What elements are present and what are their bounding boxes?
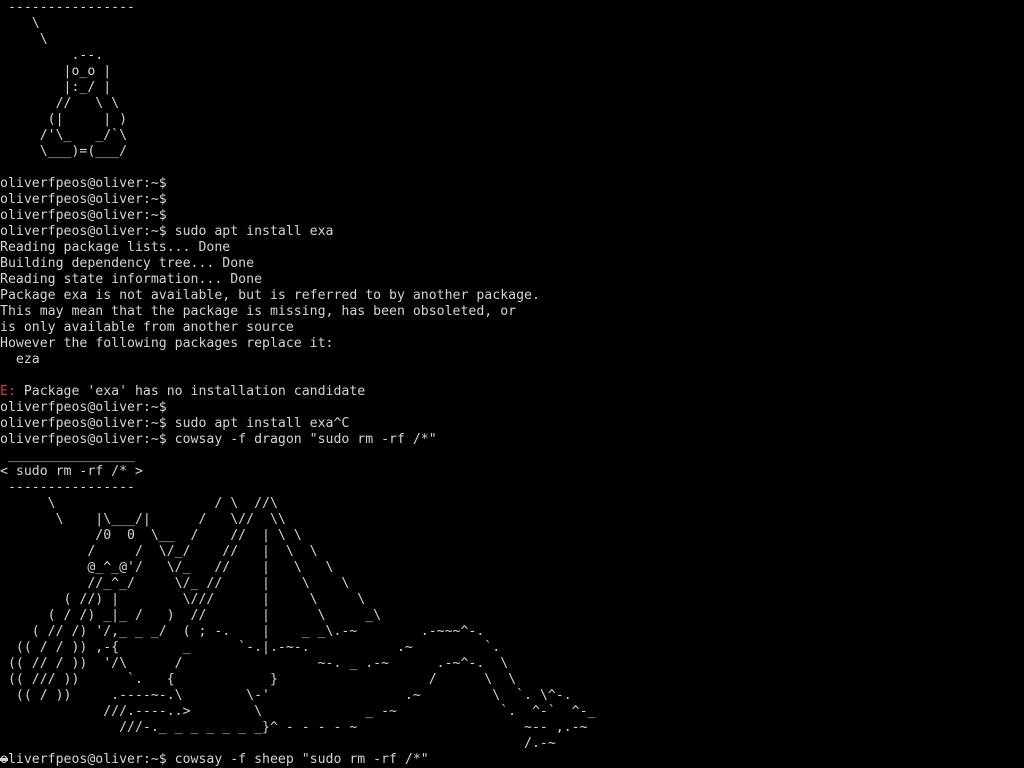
terminal-line-text: //_^_/ \/_ // | \ \ — [0, 576, 350, 591]
terminal-line-text: (| | ) — [0, 112, 128, 127]
terminal-line: Package exa is not available, but is ref… — [0, 288, 595, 304]
terminal-line: .--. — [0, 48, 595, 64]
terminal-line: ________________ — [0, 448, 595, 464]
terminal-line: ---------------- — [0, 480, 595, 496]
terminal-line-text: (( / / )) ,-{ _ `-.|.-~-. .~ `. — [0, 640, 501, 655]
terminal-line-text: Package exa is not available, but is ref… — [0, 288, 540, 303]
terminal-line-text: ///-._ _ _ _ _ _ _}^ - - - - ~ ~-- ,.-~ — [0, 720, 588, 735]
terminal-line-text: / / \/_/ // | \ \ — [0, 544, 318, 559]
terminal-line-text: ---------------- — [0, 480, 135, 495]
terminal-line-text: ( // /) '/,_ _ _/ ( ; -. | _ _\.-~ .-~~~… — [0, 624, 485, 639]
terminal-line-text: ________________ — [0, 448, 135, 463]
terminal-line: E: Package 'exa' has no installation can… — [0, 384, 595, 400]
terminal-line: ///-._ _ _ _ _ _ _}^ - - - - ~ ~-- ,.-~ — [0, 720, 595, 736]
terminal-line-text: oliverfpeos@oliver:~$ cowsay -f dragon "… — [0, 432, 437, 447]
terminal-line-text: Package 'exa' has no installation candid… — [15, 384, 366, 399]
terminal-line-text: \ — [0, 32, 48, 47]
terminal-line-text: However the following packages replace i… — [0, 336, 334, 351]
terminal-line: \___)=(___/ — [0, 144, 595, 160]
terminal-line-text: oliverfpeos@oliver:~$ sudo apt install e… — [0, 416, 350, 431]
terminal-line: |:_/ | — [0, 80, 595, 96]
terminal-line-text: ( / /) _|_ / ) // | \ _\ — [0, 608, 382, 623]
terminal-line: oliverfpeos@oliver:~$ cowsay -f dragon "… — [0, 432, 595, 448]
terminal-line-text: \___)=(___/ — [0, 144, 128, 159]
terminal-line: \ / \ //\ — [0, 496, 595, 512]
terminal-line: oliverfpeos@oliver:~$ — [0, 400, 595, 416]
terminal-line-text: is only available from another source — [0, 320, 294, 335]
terminal-line-text: Reading state information... Done — [0, 272, 263, 287]
terminal-line-text: oliverfpeos@oliver:~$ — [0, 192, 167, 207]
terminal-line-text: ( //) | \/// | \ \ — [0, 592, 366, 607]
terminal-line: /'\_ _/`\ — [0, 128, 595, 144]
terminal-line-text: \ — [0, 16, 40, 31]
terminal-line: oliverfpeos@oliver:~$ — [0, 176, 595, 192]
terminal-line-text: /.-~ — [0, 736, 556, 751]
terminal-line-text: /0 0 \__ / // | \ \ — [0, 528, 302, 543]
terminal-line: ( / /) _|_ / ) // | \ _\ — [0, 608, 595, 624]
terminal-line: (( / )) .----~-.\ \-' .~ \ `. \^-. — [0, 688, 595, 704]
terminal-line: eza — [0, 352, 595, 368]
terminal-line: (( /// )) `. { } / \ \ — [0, 672, 595, 688]
terminal-line-text: Building dependency tree... Done — [0, 256, 255, 271]
terminal-line: This may mean that the package is missin… — [0, 304, 595, 320]
terminal-line-text: // \ \ — [0, 96, 120, 111]
terminal-line-text: < sudo rm -rf /* > — [0, 464, 143, 479]
terminal-line: ( //) | \/// | \ \ — [0, 592, 595, 608]
terminal-line-text: Reading package lists... Done — [0, 240, 231, 255]
terminal-output: ---------------- \ \ .--. |o_o | |:_/ | … — [0, 0, 595, 768]
terminal-line-text: oliverfpeos@oliver:~$ cowsay -f sheep "s… — [0, 752, 429, 767]
terminal-line: oliverfpeos@oliver:~$ — [0, 208, 595, 224]
terminal-line: Reading state information... Done — [0, 272, 595, 288]
terminal-line: / / \/_/ // | \ \ — [0, 544, 595, 560]
terminal-line: ( // /) '/,_ _ _/ ( ; -. | _ _\.-~ .-~~~… — [0, 624, 595, 640]
terminal-line: < sudo rm -rf /* > — [0, 464, 595, 480]
terminal-line-text: |o_o | — [0, 64, 112, 79]
terminal-line-text: \ |\___/| / \// \\ — [0, 512, 286, 527]
terminal-line-text: ///.----..> \ _ -~ `. ^-` ^-_ — [0, 704, 596, 719]
terminal-line-text: \ / \ //\ — [0, 496, 278, 511]
terminal-line: oliverfpeos@oliver:~$ cowsay -f sheep "s… — [0, 752, 595, 768]
terminal-line: ///.----..> \ _ -~ `. ^-` ^-_ — [0, 704, 595, 720]
terminal-line: //_^_/ \/_ // | \ \ — [0, 576, 595, 592]
terminal-line: oliverfpeos@oliver:~$ sudo apt install e… — [0, 416, 595, 432]
terminal-line: \ — [0, 32, 595, 48]
terminal-line: oliverfpeos@oliver:~$ — [0, 192, 595, 208]
terminal-line: (( / / )) ,-{ _ `-.|.-~-. .~ `. — [0, 640, 595, 656]
terminal-line: \ — [0, 16, 595, 32]
terminal-line-text: .--. — [0, 48, 104, 63]
terminal-line: /0 0 \__ / // | \ \ — [0, 528, 595, 544]
terminal-line-text: oliverfpeos@oliver:~$ — [0, 176, 167, 191]
terminal-line-text: (( /// )) `. { } / \ \ — [0, 672, 517, 687]
error-prefix: E: — [0, 384, 16, 399]
terminal-line-text: |:_/ | — [0, 80, 112, 95]
terminal-line: // \ \ — [0, 96, 595, 112]
terminal-line-text: oliverfpeos@oliver:~$ — [0, 208, 167, 223]
terminal-line-text: (( / )) .----~-.\ \-' .~ \ `. \^-. — [0, 688, 572, 703]
terminal-line-text: oliverfpeos@oliver:~$ — [0, 400, 167, 415]
terminal-line: |o_o | — [0, 64, 595, 80]
terminal-line: However the following packages replace i… — [0, 336, 595, 352]
terminal-line: ---------------- — [0, 0, 595, 16]
terminal-line-text: oliverfpeos@oliver:~$ sudo apt install e… — [0, 224, 334, 239]
terminal-line-text: (( // / )) '/\ / ~-. _ .-~ .-~^-. \ — [0, 656, 509, 671]
terminal-line: is only available from another source — [0, 320, 595, 336]
terminal-line: \ |\___/| / \// \\ — [0, 512, 595, 528]
terminal-line: @_^_@'/ \/_ // | \ \ — [0, 560, 595, 576]
terminal-line: Building dependency tree... Done — [0, 256, 595, 272]
terminal-line-text: eza — [0, 352, 40, 367]
terminal-line: /.-~ — [0, 736, 595, 752]
terminal-line: (( // / )) '/\ / ~-. _ .-~ .-~^-. \ — [0, 656, 595, 672]
terminal-line: Reading package lists... Done — [0, 240, 595, 256]
terminal-window[interactable]: ---------------- \ \ .--. |o_o | |:_/ | … — [0, 0, 1024, 768]
terminal-line-text: ---------------- — [0, 0, 135, 15]
text-cursor — [0, 758, 8, 761]
terminal-line-text: /'\_ _/`\ — [0, 128, 128, 143]
terminal-line-text: @_^_@'/ \/_ // | \ \ — [0, 560, 334, 575]
terminal-line: (| | ) — [0, 112, 595, 128]
terminal-line-text: This may mean that the package is missin… — [0, 304, 517, 319]
terminal-line: oliverfpeos@oliver:~$ sudo apt install e… — [0, 224, 595, 240]
